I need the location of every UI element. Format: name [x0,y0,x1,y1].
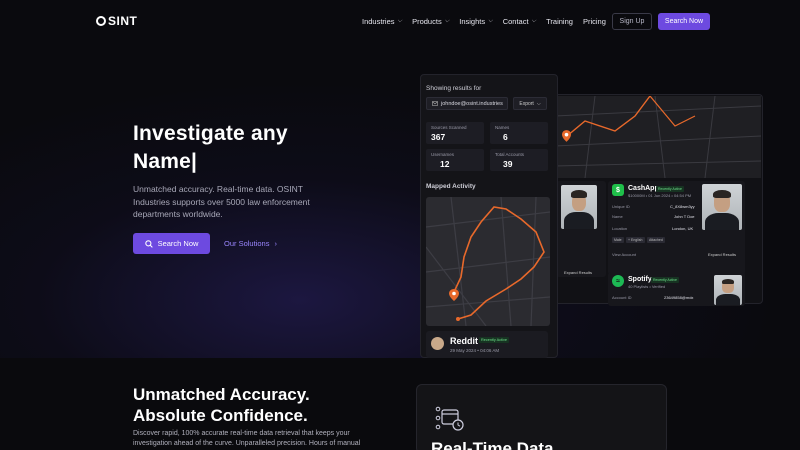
features-title: Unmatched Accuracy. Absolute Confidence. [133,385,310,425]
sign-up-button[interactable]: Sign Up [612,13,652,30]
profile-photo [714,275,742,305]
spotify-meta: 40 Playlists • Verified [628,284,666,289]
status-badge: Recently Active [479,337,509,343]
spotify-name: Spotify [628,276,652,283]
location-pin-icon [562,130,571,142]
street-map [426,197,550,326]
cashapp-icon: $ [612,184,624,196]
nav-item-industries[interactable]: Industries ⌵ [362,17,402,26]
logo[interactable]: SINT [96,14,137,28]
mail-icon [432,101,438,106]
tag-chip: Male [612,237,624,243]
avatar [431,337,444,350]
chevron-down-icon: ⌵ [531,18,537,24]
profile-photo [561,185,597,229]
stat-sources-scanned: Sources Scanned 367 [426,122,484,144]
features-section [0,358,800,450]
real-time-data-card: Real-Time Data [416,384,667,450]
email-query-field[interactable]: johndoe@osint.industries [426,97,508,110]
cashapp-name: CashApp [628,185,659,192]
cashapp-meta: $10000M • 01 Jun 2024 • 04:54 PM [628,193,692,198]
profile-photo [702,184,742,230]
activity-map[interactable] [426,197,550,326]
showing-results-label: Showing results for [426,85,482,92]
street-map [555,96,761,178]
chevron-down-icon: ⌵ [488,18,493,24]
reddit-account-card[interactable]: Reddit Recently Active 29 May 2024 • 04:… [426,331,548,358]
nav-item-training[interactable]: Training [546,17,573,26]
view-account-link[interactable]: View Account [612,252,636,257]
hero-title: Investigate any Name| [133,122,288,173]
data-flow-icon [435,406,464,431]
nav-item-contact[interactable]: Contact ⌵ [503,17,536,26]
stat-usernames: Usernames 12 [426,149,484,171]
tag-chip: Attached [647,237,665,243]
top-navigation: SINT Industries ⌵ Products ⌵ Insights ⌵ Con… [0,0,800,42]
nav-item-pricing[interactable]: Pricing [583,17,606,26]
our-solutions-link[interactable]: Our Solutions › [224,239,277,248]
spotify-icon: ≈ [612,275,624,287]
nav-menu: Industries ⌵ Products ⌵ Insights ⌵ Contact ⌵… [362,17,606,26]
logo-text: SINT [108,14,138,28]
mapped-activity-heading: Mapped Activity [426,183,476,190]
stat-total-accounts: Total Accounts 39 [490,149,548,171]
features-subtitle: Discover rapid, 100% accurate real-time … [133,430,361,447]
expand-results-link[interactable]: Expand Results [708,252,736,257]
status-badge: Recently Active [651,277,679,283]
chevron-right-icon: › [274,239,277,248]
nav-item-insights[interactable]: Insights ⌵ [459,17,492,26]
search-icon [144,239,153,248]
route-map-background [555,96,761,178]
chevron-down-icon: ⌵ [444,18,450,24]
nav-item-products[interactable]: Products ⌵ [412,17,449,26]
tag-chip: + English [626,237,645,243]
stat-names: Names 6 [490,122,548,144]
chevron-down-icon: ⌵ [397,18,403,24]
expand-results-link[interactable]: Expand Results [564,270,592,275]
hero-search-now-button[interactable]: Search Now [133,233,210,254]
hero-subtitle: Unmatched accuracy. Real-time data. OSIN… [133,184,310,219]
chevron-down-icon: ⌵ [536,100,541,107]
export-dropdown[interactable]: Export ⌵ [513,97,547,110]
logo-mark-icon [96,16,106,26]
nav-search-now-button[interactable]: Search Now [658,13,710,30]
card-title: Real-Time Data [431,439,554,450]
status-badge: Recently Active [656,186,684,192]
